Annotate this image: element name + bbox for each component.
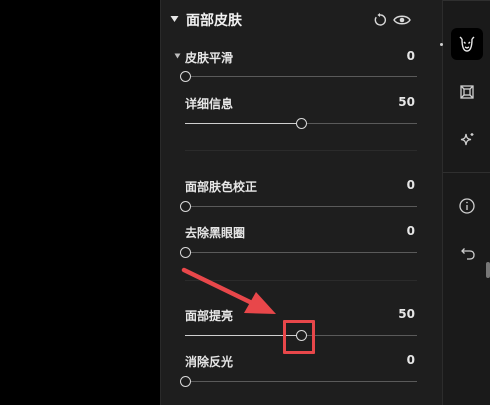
tool-rail xyxy=(440,0,490,405)
info-icon[interactable] xyxy=(451,190,483,222)
sparkle-icon[interactable] xyxy=(451,124,483,156)
slider-label: 皮肤平滑 xyxy=(185,51,234,65)
slider-value[interactable]: 0 xyxy=(407,224,415,238)
group-divider xyxy=(185,150,417,151)
slider-fill xyxy=(185,123,301,124)
slider-label: 详细信息 xyxy=(185,97,234,111)
slider-label: 面部肤色校正 xyxy=(185,180,258,194)
crop-icon[interactable] xyxy=(451,76,483,108)
scrollbar-handle[interactable] xyxy=(486,262,490,278)
face-retouch-icon[interactable] xyxy=(451,28,483,60)
slider-track[interactable] xyxy=(180,201,417,212)
slider-value[interactable]: 0 xyxy=(407,49,415,63)
slider-thumb[interactable] xyxy=(296,118,307,129)
rail-divider xyxy=(443,0,490,1)
canvas-area xyxy=(0,0,160,405)
panel-edge xyxy=(160,0,161,405)
slider-thumb[interactable] xyxy=(180,71,191,82)
section-title: 面部皮肤 xyxy=(186,13,242,29)
face-skin-section-header[interactable]: 面部皮肤 xyxy=(168,8,434,32)
undo-icon[interactable] xyxy=(451,238,483,270)
slider-label: 消除反光 xyxy=(185,355,234,369)
slider-track[interactable] xyxy=(185,118,417,129)
slider-track[interactable] xyxy=(180,247,417,258)
slider-value[interactable]: 0 xyxy=(407,178,415,192)
slider-value[interactable]: 50 xyxy=(398,95,415,109)
group-divider xyxy=(185,280,417,281)
slider-track[interactable] xyxy=(180,71,417,82)
sub-collapse-triangle-icon[interactable] xyxy=(174,53,181,59)
slider-value[interactable]: 0 xyxy=(407,353,415,367)
eye-icon[interactable] xyxy=(392,10,412,30)
slider-track[interactable] xyxy=(180,376,417,387)
slider-value[interactable]: 50 xyxy=(398,307,415,321)
slider-label: 去除黑眼圈 xyxy=(185,226,246,240)
reset-icon[interactable] xyxy=(370,10,390,30)
collapse-triangle-icon[interactable] xyxy=(170,15,179,23)
rail-divider xyxy=(443,172,490,173)
slider-thumb[interactable] xyxy=(180,201,191,212)
slider-thumb[interactable] xyxy=(180,247,191,258)
annotation-highlight-box xyxy=(283,320,315,354)
slider-label: 面部提亮 xyxy=(185,309,234,323)
active-indicator xyxy=(440,43,443,46)
slider-thumb[interactable] xyxy=(180,376,191,387)
